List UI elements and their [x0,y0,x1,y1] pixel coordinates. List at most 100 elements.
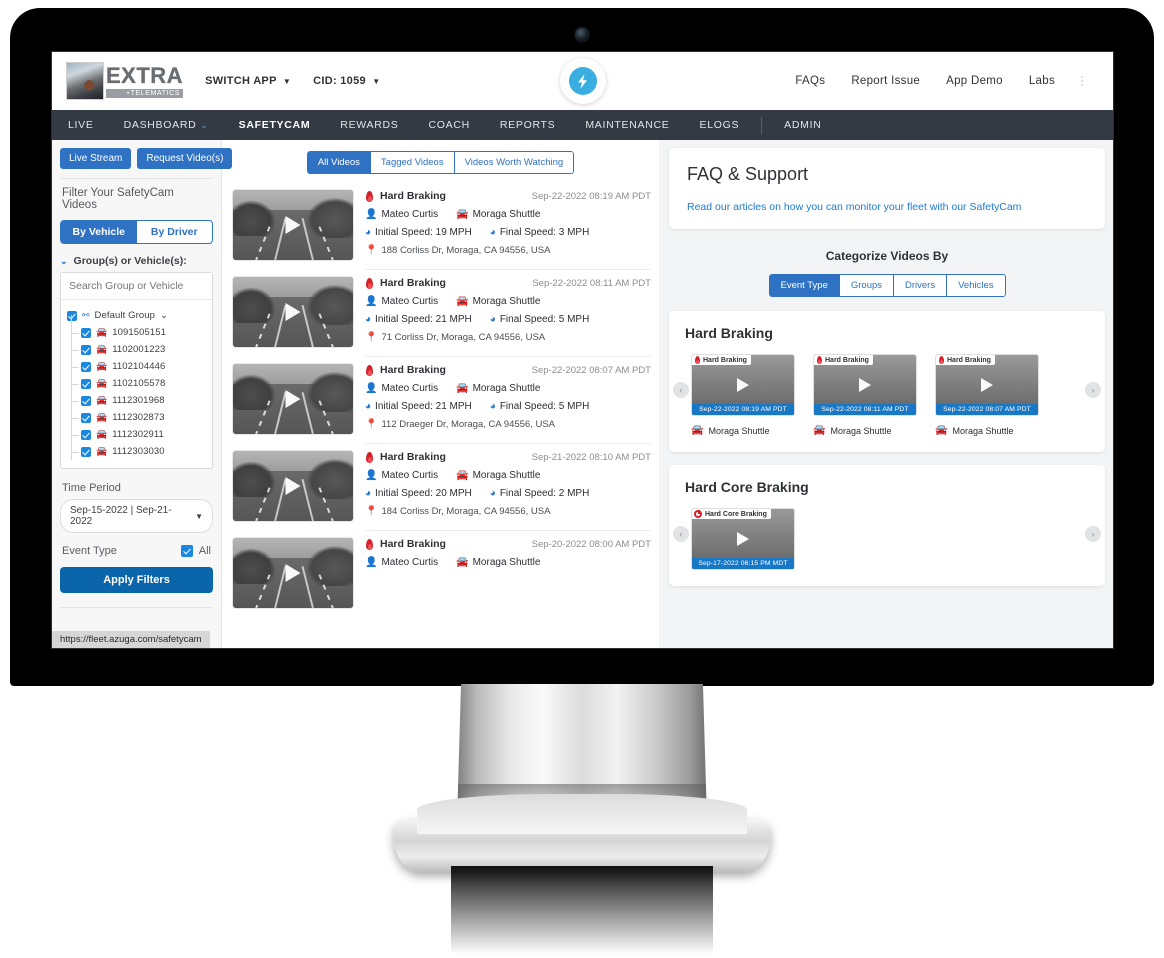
checkbox-checked-icon[interactable] [81,446,91,457]
time-period-select[interactable]: Sep-15-2022 | Sep-21-2022 ▼ [60,499,213,533]
checkbox-checked-icon[interactable] [81,327,91,338]
carousel-item[interactable]: Hard Core Braking Sep-17-2022 06:15 PM M… [691,508,795,570]
carousel-item[interactable]: Hard Braking Sep-22-2022 08:11 AM PDT 🚘 M… [813,354,917,436]
nav-item-elogs[interactable]: ELOGS [699,119,739,131]
event-type-all-checkbox[interactable] [180,545,193,557]
header-link-report-issue[interactable]: Report Issue [851,75,920,87]
vehicle-name: Moraga Shuttle [830,426,892,436]
filter-by-vehicle-tab[interactable]: By Vehicle [61,221,137,243]
hard-braking-icon [365,451,374,463]
vehicle-label: 1102105578 [112,378,166,389]
live-stream-button[interactable]: Live Stream [60,148,132,169]
event-label: Hard Braking [380,364,446,376]
video-thumbnail[interactable] [232,537,354,609]
carousel-prev-button[interactable]: ‹ [673,525,689,542]
apply-filters-button[interactable]: Apply Filters [60,567,213,593]
chevron-down-icon[interactable]: ⌄ [160,310,168,321]
faq-articles-link[interactable]: Read our articles on how you can monitor… [687,201,1087,213]
nav-item-admin[interactable]: ADMIN [784,119,821,131]
carousel-vehicle-row: 🚘 Moraga Shuttle [935,426,1039,437]
play-icon[interactable] [859,378,871,392]
tree-node-vehicle[interactable]: 🚘 1112302911 [67,417,206,443]
video-thumbnail[interactable] [232,450,354,522]
tree-node-vehicle[interactable]: 🚘 1102105578 [67,366,206,392]
group-vehicle-section-header[interactable]: ⌄ Group(s) or Vehicle(s): [60,255,213,267]
checkbox-checked-icon[interactable] [81,412,91,423]
video-thumbnail[interactable] [232,276,354,348]
checkbox-checked-icon[interactable] [81,378,91,389]
nav-item-safetycam[interactable]: SAFETYCAM [239,119,311,131]
tab-videos-worth-watching[interactable]: Videos Worth Watching [454,151,575,174]
cid-dropdown[interactable]: CID: 1059 ▼ [313,75,380,87]
play-icon[interactable] [285,390,301,408]
location-pin-icon: 📍 [365,418,378,430]
event-badge-label: Hard Braking [825,356,869,364]
checkbox-checked-icon[interactable] [81,361,91,372]
video-thumbnail[interactable]: Hard Core Braking Sep-17-2022 06:15 PM M… [691,508,795,570]
categorize-tab-drivers[interactable]: Drivers [894,274,948,297]
chevron-down-icon: ▼ [282,77,292,86]
carousel-prev-button[interactable]: ‹ [673,381,689,398]
categorize-tab-groups[interactable]: Groups [839,274,895,297]
play-icon[interactable] [285,477,301,495]
play-icon[interactable] [285,564,301,582]
address-row: 📍 184 Corliss Dr, Moraga, CA 94556, USA [365,506,651,517]
video-list[interactable]: Hard Braking Sep-22-2022 08:19 AM PDT 👤 M… [222,183,659,648]
event-name: Hard Braking [365,538,446,550]
video-thumbnail[interactable]: Hard Braking Sep-22-2022 08:07 AM PDT [935,354,1039,416]
carousel-item[interactable]: Hard Braking Sep-22-2022 08:07 AM PDT 🚘 M… [935,354,1039,436]
nav-item-coach[interactable]: COACH [428,119,469,131]
tree-node-vehicle[interactable]: 🚘 1102104446 [67,349,206,375]
play-icon[interactable] [737,532,749,546]
play-icon[interactable] [285,303,301,321]
nav-item-maintenance[interactable]: MAINTENANCE [585,119,669,131]
video-thumbnail[interactable] [232,189,354,261]
checkbox-checked-icon[interactable] [81,429,91,440]
nav-item-rewards[interactable]: REWARDS [340,119,398,131]
nav-item-reports[interactable]: REPORTS [500,119,555,131]
tree-node-vehicle[interactable]: 🚘 1102001223 [67,332,206,358]
tab-all-videos[interactable]: All Videos [306,151,371,174]
categorize-tab-vehicles[interactable]: Vehicles [947,274,1006,297]
app-body: Live Stream Request Video(s) Filter Your… [52,140,1113,648]
request-videos-button[interactable]: Request Video(s) [137,148,233,169]
tab-tagged-videos[interactable]: Tagged Videos [370,151,455,174]
video-list-item[interactable]: Hard Braking Sep-20-2022 08:00 AM PDT 👤 M… [232,531,651,609]
tree-node-vehicle[interactable]: 🚘 1112302873 [67,400,206,426]
tree-node-default-group[interactable]: ⚯ Default Group ⌄ [67,307,206,324]
video-list-item[interactable]: Hard Braking Sep-22-2022 08:19 AM PDT 👤 M… [232,183,651,261]
nav-item-dashboard[interactable]: DASHBOARD ⌄ [124,119,209,131]
carousel-next-button[interactable]: › [1085,525,1101,542]
tree-node-vehicle[interactable]: 🚘 1112303030 [67,434,206,460]
logo-image-icon [66,62,104,100]
checkbox-checked-icon[interactable] [81,344,91,355]
carousel-item[interactable]: Hard Braking Sep-22-2022 08:19 AM PDT 🚘 M… [691,354,795,436]
event-type-all-label: All [198,545,211,557]
filter-by-driver-tab[interactable]: By Driver [137,221,213,243]
play-icon[interactable] [285,216,301,234]
carousel-next-button[interactable]: › [1085,381,1101,398]
video-list-item[interactable]: Hard Braking Sep-21-2022 08:10 AM PDT 👤 M… [232,444,651,522]
brand-logo[interactable]: EXTRA +TELEMATICS [66,61,184,101]
header-link-app-demo[interactable]: App Demo [946,75,1003,87]
header-link-faqs[interactable]: FAQs [795,75,825,87]
final-speed: Final Speed: 5 MPH [499,401,590,412]
video-thumbnail[interactable]: Hard Braking Sep-22-2022 08:19 AM PDT [691,354,795,416]
video-list-item[interactable]: Hard Braking Sep-22-2022 08:07 AM PDT 👤 M… [232,357,651,435]
more-options-icon[interactable] [1081,76,1083,86]
nav-item-live[interactable]: LIVE [68,119,94,131]
tree-node-vehicle[interactable]: 🚘 1091505151 [67,315,206,341]
switch-app-dropdown[interactable]: SWITCH APP ▼ [205,75,291,87]
header-link-labs[interactable]: Labs [1029,75,1055,87]
video-tabs: All Videos Tagged Videos Videos Worth Wa… [306,151,575,174]
play-icon[interactable] [737,378,749,392]
categorize-tab-event-type[interactable]: Event Type [768,274,840,297]
checkbox-checked-icon[interactable] [81,395,91,406]
checkbox-checked-icon[interactable] [67,310,77,321]
play-icon[interactable] [981,378,993,392]
video-thumbnail[interactable] [232,363,354,435]
video-thumbnail[interactable]: Hard Braking Sep-22-2022 08:11 AM PDT [813,354,917,416]
tree-node-vehicle[interactable]: 🚘 1112301968 [67,383,206,409]
video-list-item[interactable]: Hard Braking Sep-22-2022 08:11 AM PDT 👤 M… [232,270,651,348]
search-group-vehicle-input[interactable] [61,273,212,300]
